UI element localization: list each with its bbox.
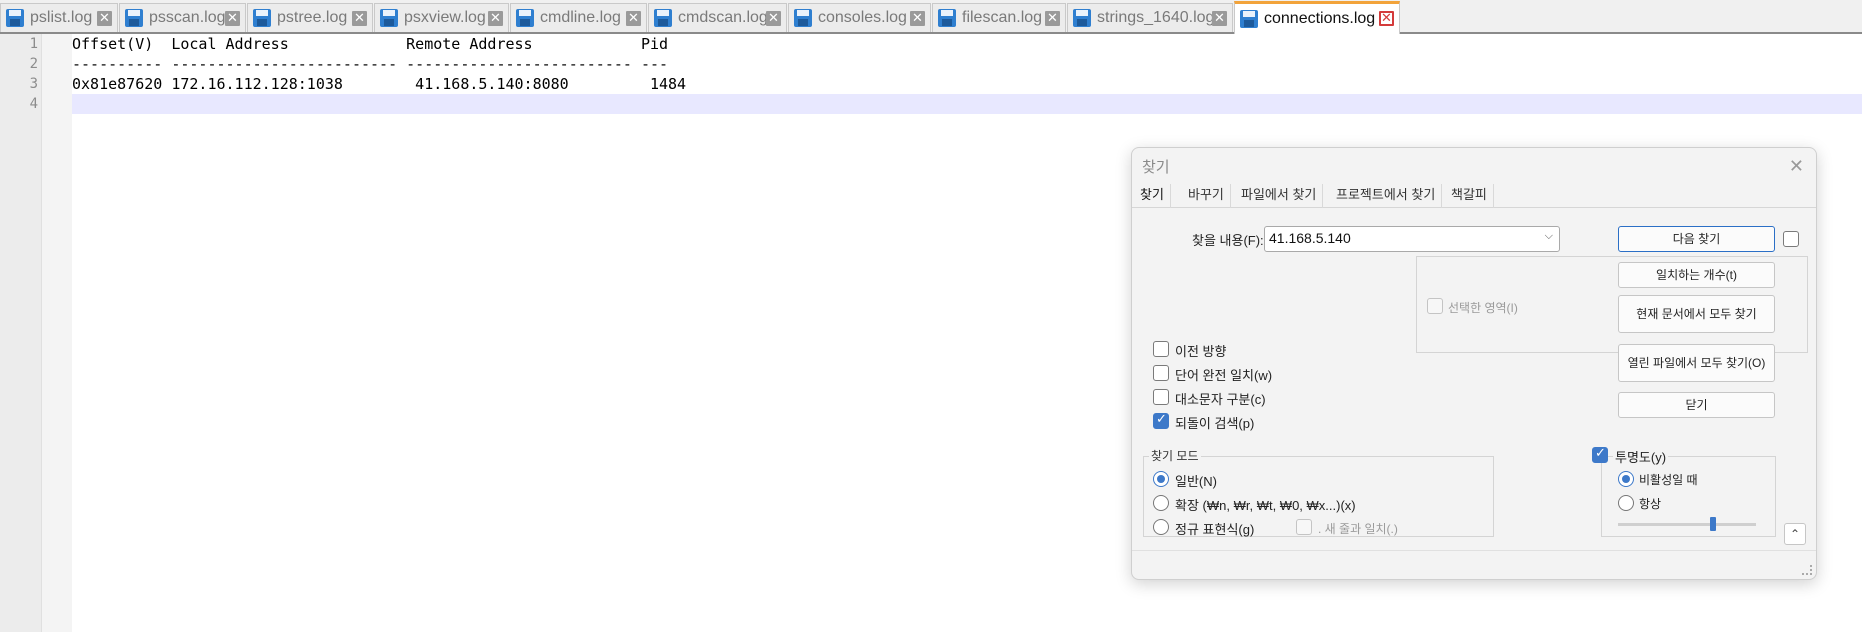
find-next-option-checkbox[interactable] bbox=[1783, 231, 1799, 247]
save-disk-icon bbox=[515, 8, 535, 28]
tab-psscan[interactable]: psscan.log ✕ bbox=[119, 3, 246, 32]
search-mode-extended-radio[interactable] bbox=[1153, 495, 1169, 511]
tab-filescan[interactable]: filescan.log ✕ bbox=[932, 3, 1066, 32]
tab-close-icon[interactable]: ✕ bbox=[766, 11, 781, 26]
find-what-value: 41.168.5.140 bbox=[1269, 230, 1351, 246]
tab-close-icon[interactable]: ✕ bbox=[910, 11, 925, 26]
tab-pslist[interactable]: pslist.log ✕ bbox=[0, 3, 118, 32]
code-line[interactable]: Offset(V) Local Address Remote Address P… bbox=[72, 34, 668, 54]
close-button[interactable]: 닫기 bbox=[1618, 392, 1775, 418]
in-selection-checkbox[interactable] bbox=[1427, 298, 1443, 314]
code-line[interactable]: ---------- ------------------------- ---… bbox=[72, 54, 668, 74]
tab-cmdline[interactable]: cmdline.log ✕ bbox=[510, 3, 647, 32]
dialog-footer-divider bbox=[1132, 550, 1816, 551]
code-line[interactable]: 0x81e87620 172.16.112.128:1038 41.168.5.… bbox=[72, 74, 686, 94]
backward-direction-checkbox[interactable] bbox=[1153, 341, 1169, 357]
tab-close-icon[interactable]: ✕ bbox=[626, 11, 641, 26]
fold-margin bbox=[42, 34, 72, 632]
wrap-around-checkbox[interactable] bbox=[1153, 412, 1169, 429]
save-disk-icon bbox=[379, 8, 399, 28]
tab-connections[interactable]: connections.log ✕ bbox=[1234, 1, 1400, 34]
save-disk-icon bbox=[5, 8, 25, 28]
line-number: 1 bbox=[29, 36, 38, 52]
tab-bar: pslist.log ✕ psscan.log ✕ pstree.log ✕ p… bbox=[0, 0, 1862, 34]
whole-word-label: 단어 완전 일치(w) bbox=[1175, 368, 1273, 383]
tab-cmdscan[interactable]: cmdscan.log ✕ bbox=[648, 3, 787, 32]
collapse-chevron-up-icon[interactable]: ⌃ bbox=[1784, 523, 1806, 545]
save-disk-icon bbox=[1072, 8, 1092, 28]
tab-close-icon[interactable]: ✕ bbox=[97, 11, 112, 26]
dialog-title: 찾기 bbox=[1142, 159, 1170, 176]
chevron-down-icon[interactable]: ⌵ bbox=[1545, 230, 1553, 243]
search-mode-regex-label: 정규 표현식(g) bbox=[1175, 522, 1255, 537]
save-disk-icon bbox=[653, 8, 673, 28]
tab-find-in-projects[interactable]: 프로젝트에서 찾기 bbox=[1330, 184, 1443, 208]
tab-close-icon[interactable]: ✕ bbox=[1045, 11, 1060, 26]
tab-consoles[interactable]: consoles.log ✕ bbox=[788, 3, 931, 32]
tab-find-in-files[interactable]: 파일에서 찾기 bbox=[1235, 184, 1324, 208]
line-number: 3 bbox=[29, 76, 38, 92]
in-selection-label: 선택한 영역(I) bbox=[1448, 301, 1518, 315]
line-number: 2 bbox=[29, 56, 38, 72]
match-case-checkbox[interactable] bbox=[1153, 389, 1169, 405]
save-disk-icon bbox=[1239, 9, 1259, 29]
find-all-current-doc-button[interactable]: 현재 문서에서 모두 찾기 bbox=[1618, 295, 1775, 333]
tab-close-icon[interactable]: ✕ bbox=[1379, 11, 1394, 26]
save-disk-icon bbox=[937, 8, 957, 28]
tab-replace[interactable]: 바꾸기 bbox=[1182, 184, 1231, 208]
find-what-label: 찾을 내용(F): bbox=[1192, 233, 1264, 248]
search-mode-extended-label: 확장 (₩n, ₩r, ₩t, ₩0, ₩x...)(x) bbox=[1175, 498, 1356, 513]
find-what-combobox[interactable]: 41.168.5.140 ⌵ bbox=[1264, 226, 1560, 252]
save-disk-icon bbox=[252, 8, 272, 28]
tab-close-icon[interactable]: ✕ bbox=[352, 11, 367, 26]
save-disk-icon bbox=[793, 8, 813, 28]
count-button[interactable]: 일치하는 개수(t) bbox=[1618, 262, 1775, 288]
tab-close-icon[interactable]: ✕ bbox=[488, 11, 503, 26]
wrap-around-label: 되돌이 검색(p) bbox=[1175, 416, 1255, 431]
match-case-label: 대소문자 구분(c) bbox=[1175, 392, 1266, 407]
line-number-gutter: 1 2 3 4 bbox=[0, 34, 42, 632]
dot-matches-newline-label: . 새 줄과 일치(.) bbox=[1318, 522, 1398, 536]
close-icon[interactable]: ✕ bbox=[1789, 156, 1804, 177]
tab-mark[interactable]: 책갈피 bbox=[1445, 184, 1494, 208]
search-mode-normal-radio[interactable] bbox=[1153, 471, 1169, 487]
tab-pstree[interactable]: pstree.log ✕ bbox=[247, 3, 373, 32]
transparency-on-lose-focus-radio[interactable] bbox=[1618, 471, 1634, 487]
dialog-tab-strip: 찾기 바꾸기 파일에서 찾기 프로젝트에서 찾기 책갈피 bbox=[1132, 184, 1816, 208]
find-dialog: 찾기 ✕ 찾기 바꾸기 파일에서 찾기 프로젝트에서 찾기 책갈피 찾을 내용(… bbox=[1131, 147, 1817, 580]
find-all-open-docs-button[interactable]: 열린 파일에서 모두 찾기(O) bbox=[1618, 344, 1775, 382]
transparency-slider-thumb[interactable] bbox=[1710, 517, 1716, 531]
dot-matches-newline-checkbox[interactable] bbox=[1296, 519, 1312, 535]
current-line-highlight bbox=[72, 94, 1862, 114]
whole-word-checkbox[interactable] bbox=[1153, 365, 1169, 381]
transparency-label: 투명도(y) bbox=[1613, 447, 1669, 466]
transparency-checkbox[interactable] bbox=[1592, 446, 1608, 463]
backward-direction-label: 이전 방향 bbox=[1175, 344, 1227, 359]
search-mode-normal-label: 일반(N) bbox=[1175, 474, 1217, 489]
transparency-always-label: 항상 bbox=[1639, 497, 1662, 511]
line-number: 4 bbox=[29, 96, 38, 112]
transparency-on-lose-focus-label: 비활성일 때 bbox=[1639, 473, 1698, 487]
save-disk-icon bbox=[124, 8, 144, 28]
tab-strings-1640[interactable]: strings_1640.log ✕ bbox=[1067, 3, 1233, 32]
tab-close-icon[interactable]: ✕ bbox=[1212, 11, 1227, 26]
transparency-always-radio[interactable] bbox=[1618, 495, 1634, 511]
find-next-button[interactable]: 다음 찾기 bbox=[1618, 226, 1775, 252]
search-mode-regex-radio[interactable] bbox=[1153, 519, 1169, 535]
tab-close-icon[interactable]: ✕ bbox=[225, 11, 240, 26]
search-mode-title: 찾기 모드 bbox=[1149, 447, 1201, 464]
transparency-slider-track[interactable] bbox=[1618, 523, 1756, 526]
tab-find[interactable]: 찾기 bbox=[1134, 184, 1171, 208]
tab-psxview[interactable]: psxview.log ✕ bbox=[374, 3, 509, 32]
resize-grip-icon[interactable] bbox=[1802, 565, 1812, 575]
